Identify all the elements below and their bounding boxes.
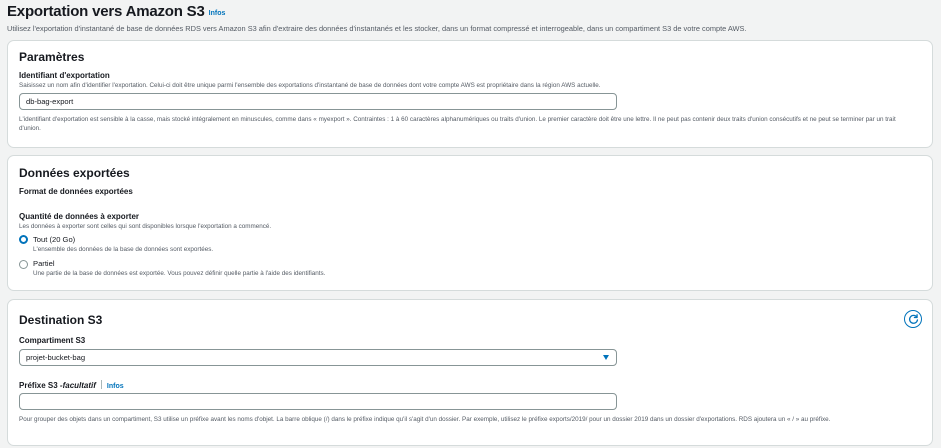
prefix-label: Préfixe S3 -facultatif Infos bbox=[19, 380, 124, 390]
export-id-input[interactable] bbox=[19, 93, 617, 110]
parameters-title: Paramètres bbox=[19, 50, 85, 64]
caret-down-icon bbox=[603, 355, 609, 360]
bucket-select-value: projet-bucket-bag bbox=[26, 353, 86, 362]
prefix-info-link[interactable]: Infos bbox=[107, 383, 124, 390]
refresh-button[interactable] bbox=[904, 310, 922, 328]
destination-title: Destination S3 bbox=[19, 313, 103, 327]
radio-all-desc: L'ensemble des données de la base de don… bbox=[33, 246, 214, 253]
prefix-input[interactable] bbox=[19, 393, 617, 410]
page-header: Exportation vers Amazon S3 Infos Utilisez… bbox=[7, 3, 937, 33]
prefix-optional: -facultatif bbox=[59, 381, 96, 390]
bucket-select[interactable]: projet-bucket-bag bbox=[19, 349, 617, 366]
format-label: Format de données exportées bbox=[19, 187, 133, 196]
page-title: Exportation vers Amazon S3 bbox=[7, 3, 205, 20]
separator bbox=[100, 380, 102, 389]
export-id-label: Identifiant d'exportation bbox=[19, 71, 110, 80]
bucket-label: Compartiment S3 bbox=[19, 336, 86, 345]
quantity-label: Quantité de données à exporter bbox=[19, 212, 140, 221]
export-id-hint: Saisissez un nom afin d'identifier l'exp… bbox=[19, 82, 601, 89]
exported-data-title: Données exportées bbox=[19, 166, 130, 180]
export-id-constraints: L'identifiant d'exportation est sensible… bbox=[19, 116, 896, 132]
radio-partial-label[interactable]: Partiel bbox=[33, 259, 55, 268]
quantity-hint: Les données à exporter sont celles qui s… bbox=[19, 223, 272, 230]
parameters-panel: Paramètres Identifiant d'exportation Sai… bbox=[7, 40, 933, 148]
info-link[interactable]: Infos bbox=[209, 10, 226, 17]
destination-panel: Destination S3 Compartiment S3 projet-bu… bbox=[7, 299, 933, 446]
radio-all[interactable] bbox=[19, 235, 28, 244]
exported-data-panel: Données exportées Format de données expo… bbox=[7, 155, 933, 291]
radio-partial[interactable] bbox=[19, 260, 28, 269]
prefix-hint: Pour grouper des objets dans un comparti… bbox=[19, 416, 831, 423]
prefix-label-text: Préfixe S3 bbox=[19, 381, 60, 390]
page-description: Utilisez l'exportation d'instantané de b… bbox=[7, 24, 747, 33]
radio-partial-desc: Une partie de la base de données est exp… bbox=[33, 270, 326, 277]
radio-all-label[interactable]: Tout (20 Go) bbox=[33, 235, 75, 244]
refresh-icon bbox=[908, 313, 918, 324]
